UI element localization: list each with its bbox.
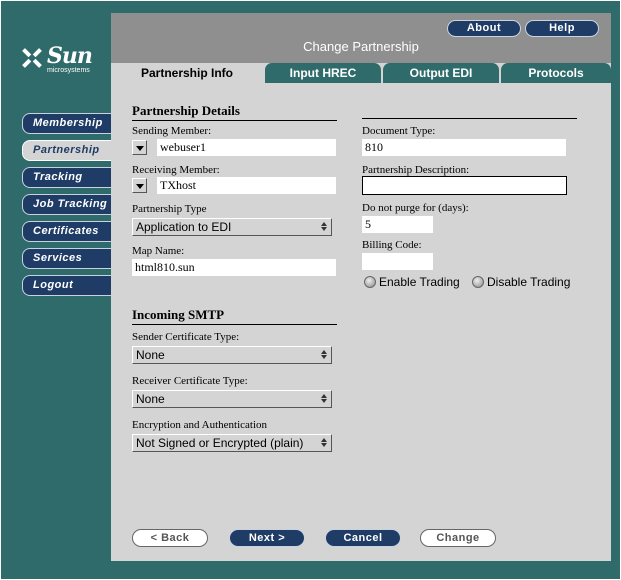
- billing-code-label: Billing Code:: [362, 239, 422, 251]
- sidebar-item-partnership[interactable]: Partnership: [22, 140, 112, 161]
- sidebar-item-tracking[interactable]: Tracking: [22, 167, 112, 188]
- sender-cert-label: Sender Certificate Type:: [132, 331, 240, 343]
- app-frame: Sun microsystems Membership Partnership …: [1, 1, 620, 579]
- encryption-label: Encryption and Authentication: [132, 419, 268, 431]
- receiving-member-label: Receiving Member:: [132, 164, 220, 176]
- sending-member-field[interactable]: webuser1: [157, 139, 336, 156]
- sender-cert-value: None: [136, 348, 165, 362]
- tab-input-hrec[interactable]: Input HREC: [265, 63, 381, 83]
- encryption-value: Not Signed or Encrypted (plain): [136, 436, 304, 450]
- partnership-description-label: Partnership Description:: [362, 164, 470, 176]
- partnership-description-field[interactable]: [362, 176, 567, 195]
- enable-trading-radio[interactable]: Enable Trading: [364, 275, 460, 289]
- page-title: Change Partnership: [303, 39, 419, 54]
- encryption-select[interactable]: Not Signed or Encrypted (plain): [132, 434, 332, 452]
- receiver-cert-select[interactable]: None: [132, 390, 332, 408]
- cancel-button[interactable]: Cancel: [325, 529, 401, 547]
- map-name-label: Map Name:: [132, 245, 185, 257]
- disable-trading-radio[interactable]: Disable Trading: [472, 275, 570, 289]
- radio-icon: [364, 276, 376, 288]
- sidebar-nav: Membership Partnership Tracking Job Trac…: [22, 113, 112, 302]
- tab-partnership-info[interactable]: Partnership Info: [111, 63, 263, 83]
- tab-protocols[interactable]: Protocols: [501, 63, 611, 83]
- purge-days-label: Do not purge for (days):: [362, 202, 469, 214]
- back-button[interactable]: < Back: [132, 529, 208, 547]
- main-panel: About Help Change Partnership Partnershi…: [111, 13, 611, 561]
- map-name-field[interactable]: html810.sun: [132, 259, 336, 276]
- sun-logo-icon: [22, 48, 42, 68]
- select-arrows-icon: [321, 222, 327, 232]
- next-button[interactable]: Next >: [229, 529, 305, 547]
- logo-subtext: microsystems: [47, 67, 90, 74]
- incoming-smtp-heading: Incoming SMTP: [132, 307, 337, 325]
- select-arrows-icon: [321, 438, 327, 448]
- partnership-type-label: Partnership Type: [132, 203, 207, 215]
- tab-output-edi[interactable]: Output EDI: [383, 63, 499, 83]
- disable-trading-label: Disable Trading: [487, 275, 571, 289]
- sidebar-item-certificates[interactable]: Certificates: [22, 221, 112, 242]
- receiving-member-field[interactable]: TXhost: [157, 177, 336, 194]
- purge-days-field[interactable]: 5: [362, 216, 433, 233]
- partnership-details-heading: Partnership Details: [132, 103, 337, 121]
- radio-icon: [472, 276, 484, 288]
- partnership-type-value: Application to EDI: [136, 220, 232, 234]
- enable-trading-label: Enable Trading: [379, 275, 460, 289]
- select-arrows-icon: [321, 394, 327, 404]
- sidebar-item-membership[interactable]: Membership: [22, 113, 112, 134]
- sun-logo: Sun microsystems: [19, 43, 109, 77]
- sidebar-item-job-tracking[interactable]: Job Tracking: [22, 194, 112, 215]
- sending-member-dropdown-button[interactable]: [132, 140, 147, 155]
- sending-member-label: Sending Member:: [132, 125, 212, 137]
- receiving-member-dropdown-button[interactable]: [132, 178, 147, 193]
- sender-cert-select[interactable]: None: [132, 346, 332, 364]
- help-button[interactable]: Help: [525, 20, 599, 37]
- billing-code-field[interactable]: [362, 253, 433, 270]
- tab-bar: Partnership Info Input HREC Output EDI P…: [111, 63, 611, 83]
- sidebar-item-services[interactable]: Services: [22, 248, 112, 269]
- sidebar-item-logout[interactable]: Logout: [22, 275, 112, 296]
- receiver-cert-label: Receiver Certificate Type:: [132, 375, 248, 387]
- receiver-cert-value: None: [136, 392, 165, 406]
- panel-header: About Help Change Partnership: [111, 13, 611, 63]
- change-button[interactable]: Change: [420, 529, 496, 547]
- about-button[interactable]: About: [447, 20, 521, 37]
- logo-wordmark: Sun: [47, 43, 93, 69]
- select-arrows-icon: [321, 350, 327, 360]
- document-type-label: Document Type:: [362, 125, 436, 137]
- right-column-divider: [362, 118, 577, 119]
- partnership-type-select[interactable]: Application to EDI: [132, 218, 332, 236]
- document-type-field[interactable]: 810: [362, 139, 566, 156]
